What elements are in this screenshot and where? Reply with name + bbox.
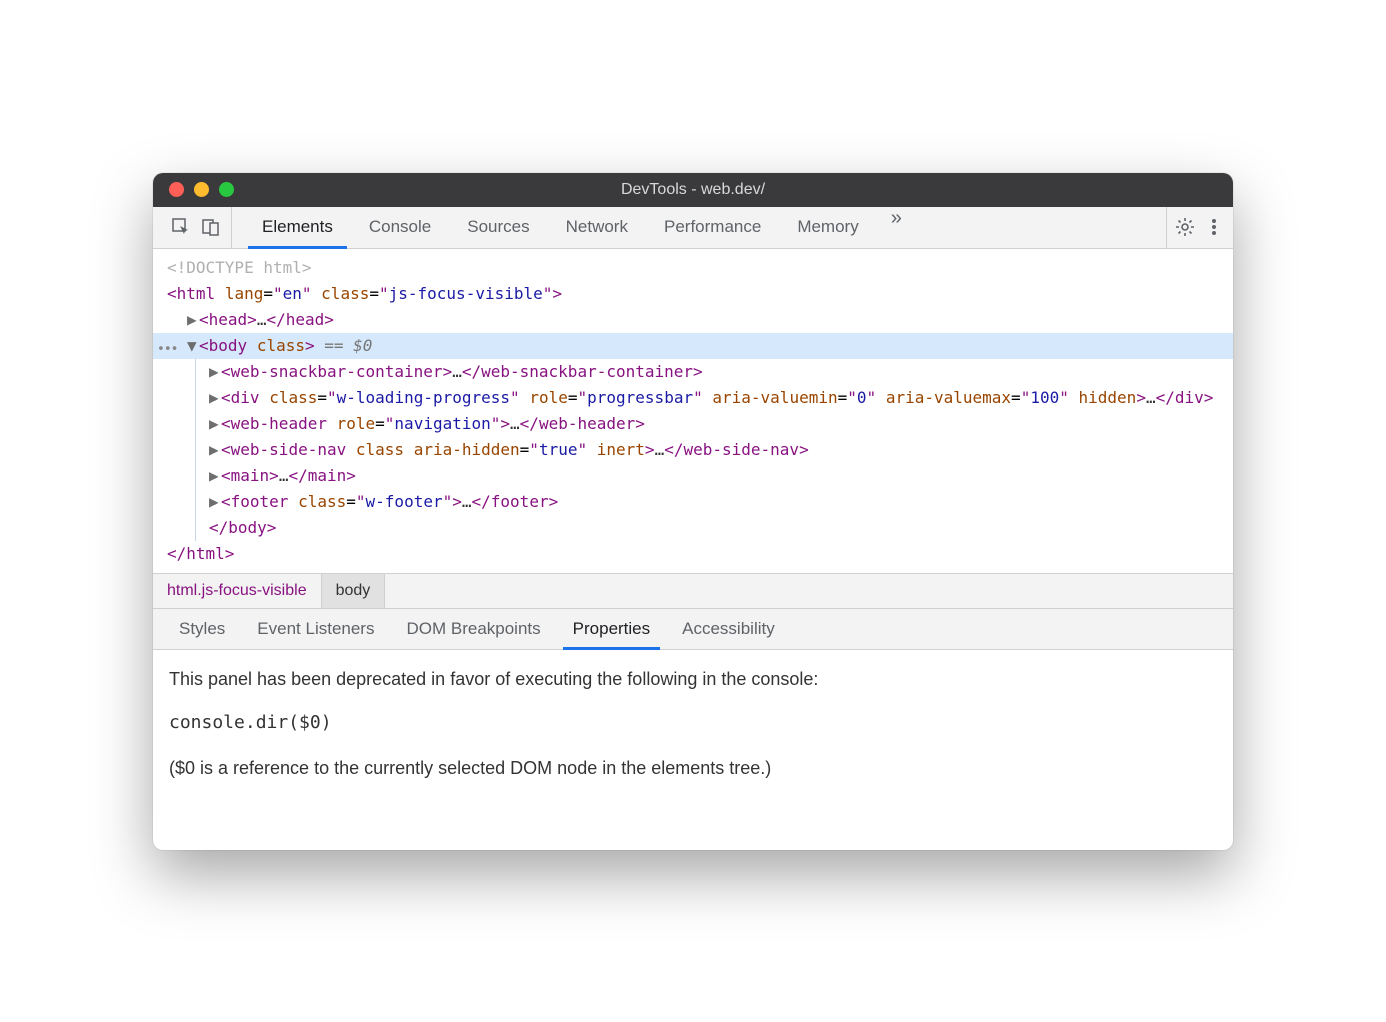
properties-text-line1: This panel has been deprecated in favor … xyxy=(169,664,1217,695)
dom-child-main[interactable]: ▶<main>…</main> xyxy=(153,463,1233,489)
dom-child-footer[interactable]: ▶<footer class="w-footer">…</footer> xyxy=(153,489,1233,515)
dom-child-snackbar[interactable]: ▶<web-snackbar-container>…</web-snackbar… xyxy=(153,359,1233,385)
dom-child-loading[interactable]: ▶<div class="w-loading-progress" role="p… xyxy=(153,385,1233,411)
gear-icon[interactable] xyxy=(1175,217,1195,237)
dom-child-header[interactable]: ▶<web-header role="navigation">…</web-he… xyxy=(153,411,1233,437)
dom-doctype[interactable]: <!DOCTYPE html> xyxy=(153,255,1233,281)
toolbar-right xyxy=(1166,207,1225,248)
dom-head[interactable]: ▶<head>…</head> xyxy=(153,307,1233,333)
tab-memory[interactable]: Memory xyxy=(779,207,876,248)
panel-tabs: Elements Console Sources Network Perform… xyxy=(232,207,1166,248)
minimize-icon[interactable] xyxy=(194,182,209,197)
window-title: DevTools - web.dev/ xyxy=(153,181,1233,199)
traffic-lights xyxy=(153,182,234,197)
crumb-body[interactable]: body xyxy=(322,574,386,608)
properties-command: console.dir($0) xyxy=(169,708,1217,739)
properties-text-line2: ($0 is a reference to the currently sele… xyxy=(169,753,1217,784)
dom-html-close[interactable]: </html> xyxy=(153,541,1233,567)
more-tabs-icon[interactable]: » xyxy=(877,207,916,248)
tab-elements[interactable]: Elements xyxy=(244,207,351,248)
kebab-menu-icon[interactable] xyxy=(1211,217,1217,237)
sidebar-tabs: Styles Event Listeners DOM Breakpoints P… xyxy=(153,608,1233,650)
main-toolbar: Elements Console Sources Network Perform… xyxy=(153,207,1233,249)
dom-body-open[interactable]: ▼<body class> == $0 xyxy=(153,333,1233,359)
subtab-dom-breakpoints[interactable]: DOM Breakpoints xyxy=(390,609,556,649)
inspect-element-icon[interactable] xyxy=(171,217,191,237)
device-toggle-icon[interactable] xyxy=(201,217,221,237)
zoom-icon[interactable] xyxy=(219,182,234,197)
crumb-html[interactable]: html.js-focus-visible xyxy=(153,574,322,608)
inspect-tools xyxy=(161,207,232,248)
titlebar: DevTools - web.dev/ xyxy=(153,173,1233,207)
dom-tree[interactable]: <!DOCTYPE html> <html lang="en" class="j… xyxy=(153,249,1233,573)
dom-body-close[interactable]: </body> xyxy=(153,515,1233,541)
subtab-styles[interactable]: Styles xyxy=(163,609,241,649)
devtools-window: DevTools - web.dev/ Elements Console Sou… xyxy=(153,173,1233,850)
dom-html-open[interactable]: <html lang="en" class="js-focus-visible"… xyxy=(153,281,1233,307)
tab-performance[interactable]: Performance xyxy=(646,207,779,248)
breadcrumb: html.js-focus-visible body xyxy=(153,573,1233,608)
tab-sources[interactable]: Sources xyxy=(449,207,547,248)
subtab-properties[interactable]: Properties xyxy=(557,609,666,649)
subtab-accessibility[interactable]: Accessibility xyxy=(666,609,791,649)
properties-panel: This panel has been deprecated in favor … xyxy=(153,650,1233,850)
dom-child-sidenav[interactable]: ▶<web-side-nav class aria-hidden="true" … xyxy=(153,437,1233,463)
close-icon[interactable] xyxy=(169,182,184,197)
subtab-event-listeners[interactable]: Event Listeners xyxy=(241,609,390,649)
tab-console[interactable]: Console xyxy=(351,207,449,248)
tab-network[interactable]: Network xyxy=(548,207,646,248)
